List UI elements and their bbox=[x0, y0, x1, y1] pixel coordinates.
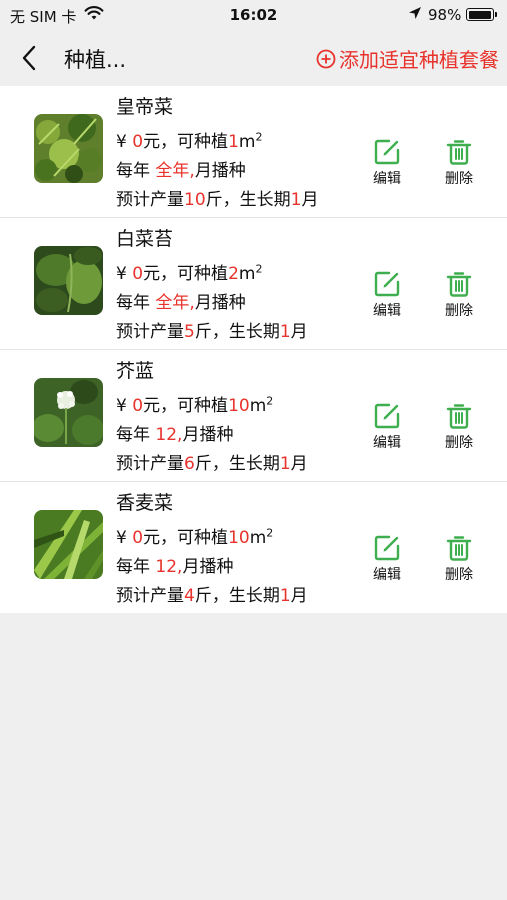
edit-icon bbox=[373, 270, 401, 298]
period-value: 1 bbox=[279, 586, 291, 606]
crop-list: 皇帝菜 ¥ 0元，可种植1m2 每年 全年,月播种 预计产量10斤，生长期1月 … bbox=[0, 86, 507, 613]
trash-icon bbox=[445, 534, 473, 562]
delete-label: 删除 bbox=[445, 567, 473, 583]
delete-button[interactable]: 删除 bbox=[434, 270, 484, 320]
price-value: 0 bbox=[132, 396, 144, 416]
crop-photo bbox=[34, 114, 103, 183]
list-item: 白菜苔 ¥ 0元，可种植2m2 每年 全年,月播种 预计产量5斤，生长期1月 编… bbox=[0, 218, 507, 350]
crop-name: 芥蓝 bbox=[116, 360, 155, 382]
plus-circle-icon bbox=[316, 49, 336, 68]
location-arrow-icon bbox=[408, 6, 422, 24]
yield-line: 预计产量4斤，生长期1月 bbox=[116, 586, 308, 606]
delete-button[interactable]: 删除 bbox=[434, 402, 484, 452]
period-value: 1 bbox=[279, 322, 291, 342]
price-value: 0 bbox=[132, 264, 144, 284]
crop-name: 香麦菜 bbox=[116, 492, 174, 514]
edit-icon bbox=[373, 402, 401, 430]
trash-icon bbox=[445, 138, 473, 166]
trash-icon bbox=[445, 402, 473, 430]
chevron-left-icon bbox=[22, 45, 36, 71]
navigation-bar: 种植... 添加适宜种植套餐 bbox=[0, 30, 507, 86]
crop-photo bbox=[34, 246, 103, 315]
price-value: 0 bbox=[132, 132, 144, 152]
edit-button[interactable]: 编辑 bbox=[362, 270, 412, 320]
area-value: 10 bbox=[228, 396, 250, 416]
trash-icon bbox=[445, 270, 473, 298]
season-line: 每年 12,月播种 bbox=[116, 425, 234, 445]
delete-label: 删除 bbox=[445, 303, 473, 319]
crop-name: 白菜苔 bbox=[116, 228, 174, 250]
yield-value: 10 bbox=[184, 190, 206, 210]
price-area-line: ¥ 0元，可种植10m2 bbox=[116, 526, 274, 548]
edit-label: 编辑 bbox=[373, 171, 401, 187]
edit-icon bbox=[373, 534, 401, 562]
battery-icon bbox=[466, 8, 497, 21]
list-item: 芥蓝 ¥ 0元，可种植10m2 每年 12,月播种 预计产量6斤，生长期1月 编… bbox=[0, 350, 507, 482]
price-area-line: ¥ 0元，可种植2m2 bbox=[116, 262, 263, 284]
page-title: 种植... bbox=[64, 48, 127, 72]
season-line: 每年 全年,月播种 bbox=[116, 293, 246, 313]
crop-name: 皇帝菜 bbox=[116, 96, 174, 118]
edit-button[interactable]: 编辑 bbox=[362, 402, 412, 452]
yield-line: 预计产量5斤，生长期1月 bbox=[116, 322, 308, 342]
yield-line: 预计产量6斤，生长期1月 bbox=[116, 454, 308, 474]
period-value: 1 bbox=[290, 190, 302, 210]
delete-button[interactable]: 删除 bbox=[434, 534, 484, 584]
area-value: 1 bbox=[228, 132, 239, 152]
season-value: 全年, bbox=[155, 293, 195, 313]
edit-button[interactable]: 编辑 bbox=[362, 138, 412, 188]
area-value: 10 bbox=[228, 528, 250, 548]
area-value: 2 bbox=[228, 264, 239, 284]
edit-label: 编辑 bbox=[373, 435, 401, 451]
edit-label: 编辑 bbox=[373, 567, 401, 583]
crop-photo bbox=[34, 510, 103, 579]
price-value: 0 bbox=[132, 528, 144, 548]
add-package-label: 添加适宜种植套餐 bbox=[339, 48, 499, 72]
season-line: 每年 全年,月播种 bbox=[116, 161, 246, 181]
battery-percent: 98% bbox=[428, 6, 462, 24]
edit-button[interactable]: 编辑 bbox=[362, 534, 412, 584]
edit-label: 编辑 bbox=[373, 303, 401, 319]
yield-value: 4 bbox=[184, 586, 195, 606]
status-bar: 无 SIM 卡 16:02 98% bbox=[0, 0, 507, 30]
list-item: 皇帝菜 ¥ 0元，可种植1m2 每年 全年,月播种 预计产量10斤，生长期1月 … bbox=[0, 86, 507, 218]
price-area-line: ¥ 0元，可种植10m2 bbox=[116, 394, 274, 416]
price-area-line: ¥ 0元，可种植1m2 bbox=[116, 130, 263, 152]
delete-button[interactable]: 删除 bbox=[434, 138, 484, 188]
season-value: 12, bbox=[155, 557, 183, 577]
season-value: 12, bbox=[155, 425, 183, 445]
list-item: 香麦菜 ¥ 0元，可种植10m2 每年 12,月播种 预计产量4斤，生长期1月 … bbox=[0, 482, 507, 613]
yield-line: 预计产量10斤，生长期1月 bbox=[116, 190, 319, 210]
yield-value: 5 bbox=[184, 322, 195, 342]
period-value: 1 bbox=[279, 454, 291, 474]
season-line: 每年 12,月播种 bbox=[116, 557, 234, 577]
delete-label: 删除 bbox=[445, 171, 473, 187]
crop-photo bbox=[34, 378, 103, 447]
delete-label: 删除 bbox=[445, 435, 473, 451]
edit-icon bbox=[373, 138, 401, 166]
add-package-button[interactable]: 添加适宜种植套餐 bbox=[316, 44, 499, 73]
season-value: 全年, bbox=[155, 161, 195, 181]
back-button[interactable] bbox=[18, 44, 42, 72]
yield-value: 6 bbox=[184, 454, 195, 474]
